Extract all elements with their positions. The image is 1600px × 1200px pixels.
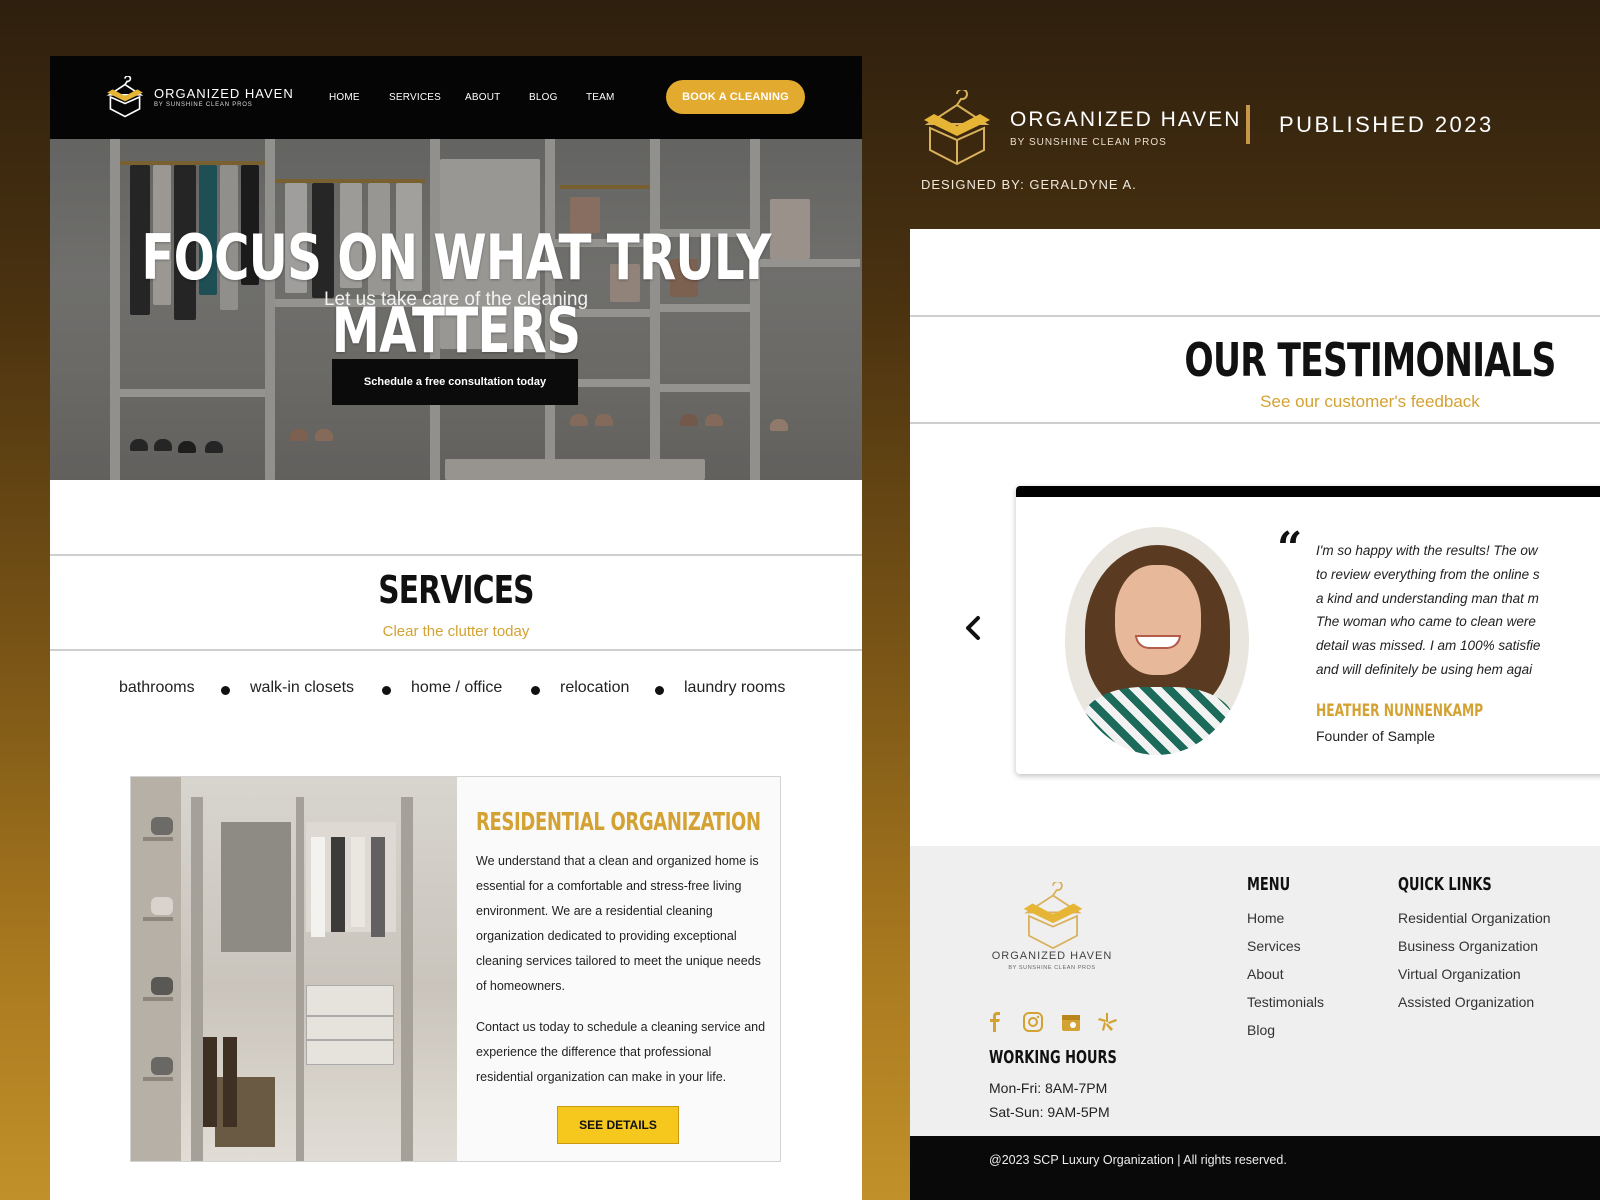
walk-in-closet-image <box>131 777 457 1161</box>
card-paragraph-2: Contact us today to schedule a cleaning … <box>476 1020 766 1084</box>
chevron-left-icon[interactable] <box>960 613 986 643</box>
published-label: PUBLISHED 2023 <box>1279 112 1494 137</box>
quote-line: and will definitely be using hem agai <box>1316 662 1533 677</box>
card-paragraph-1: We understand that a clean and organized… <box>476 854 761 993</box>
divider <box>50 649 862 651</box>
testimonial-card: “ I'm so happy with the results! The ow … <box>1016 486 1600 774</box>
category-walk-in-closets[interactable]: walk-in closets <box>250 679 354 697</box>
bullet-dot <box>382 686 391 695</box>
hours-weekday: Mon-Fri: 8AM-7PM <box>989 1080 1108 1096</box>
website-mockup-testimonials: OUR TESTIMONIALS See our customer's feed… <box>910 229 1600 1200</box>
quote-line: a kind and understanding man that m <box>1316 591 1539 606</box>
testimonial-author: HEATHER NUNNENKAMP <box>1316 701 1484 721</box>
nav-link-services[interactable]: SERVICES <box>389 92 441 103</box>
quick-link-business[interactable]: Business Organization <box>1398 938 1538 954</box>
testimonial-author-role: Founder of Sample <box>1316 728 1436 744</box>
nav-logo-subtitle: BY SUNSHINE CLEAN PROS <box>154 102 253 108</box>
category-home-office[interactable]: home / office <box>411 679 502 697</box>
nav-link-home[interactable]: HOME <box>329 92 360 103</box>
google-business-icon[interactable] <box>1060 1011 1082 1033</box>
quick-link-virtual[interactable]: Virtual Organization <box>1398 966 1521 982</box>
website-mockup-home: ORGANIZED HAVEN BY SUNSHINE CLEAN PROS H… <box>50 56 862 1200</box>
showcase-brand-subtitle: BY SUNSHINE CLEAN PROS <box>1010 137 1167 148</box>
services-subtitle: Clear the clutter today <box>382 623 530 640</box>
quote-line: I'm so happy with the results! The ow <box>1316 543 1538 558</box>
working-hours-title: WORKING HOURS <box>989 1047 1117 1068</box>
designed-by-label: DESIGNED BY: GERALDYNE A. <box>921 177 1137 192</box>
bullet-dot <box>531 686 540 695</box>
card-title: RESIDENTIAL ORGANIZATION <box>476 807 761 836</box>
nav-link-about[interactable]: ABOUT <box>465 92 500 103</box>
box-hanger-logo-icon <box>1023 882 1083 950</box>
quote-line: detail was missed. I am 100% satisfie <box>1316 638 1541 653</box>
quote-line: The woman who came to clean were <box>1316 614 1536 629</box>
instagram-icon[interactable] <box>1022 1011 1044 1033</box>
top-navigation: ORGANIZED HAVEN BY SUNSHINE CLEAN PROS H… <box>50 56 862 139</box>
quick-link-assisted[interactable]: Assisted Organization <box>1398 994 1534 1010</box>
category-laundry-rooms[interactable]: laundry rooms <box>684 679 785 697</box>
facebook-icon[interactable] <box>984 1011 1006 1033</box>
category-bathrooms[interactable]: bathrooms <box>119 679 195 697</box>
footer-menu-testimonials[interactable]: Testimonials <box>1247 994 1324 1010</box>
bullet-dot <box>655 686 664 695</box>
footer-logo-subtitle: BY SUNSHINE CLEAN PROS <box>1008 965 1096 971</box>
quick-links-title: QUICK LINKS <box>1398 874 1492 895</box>
copyright-text: @2023 SCP Luxury Organization | All righ… <box>989 1153 1287 1167</box>
services-title: SERVICES <box>378 568 534 612</box>
footer-menu-services[interactable]: Services <box>1247 938 1301 954</box>
see-details-button[interactable]: SEE DETAILS <box>557 1106 679 1144</box>
bullet-dot <box>221 686 230 695</box>
quote-icon: “ <box>1277 523 1303 574</box>
testimonials-title: OUR TESTIMONIALS <box>1184 333 1556 387</box>
footer-menu-home[interactable]: Home <box>1247 910 1284 926</box>
quick-link-residential[interactable]: Residential Organization <box>1398 910 1551 926</box>
menu-title: MENU <box>1247 874 1291 895</box>
residential-organization-card: RESIDENTIAL ORGANIZATION We understand t… <box>130 776 781 1162</box>
nav-link-team[interactable]: TEAM <box>586 92 615 103</box>
footer-menu-about[interactable]: About <box>1247 966 1284 982</box>
hero-subtitle: Let us take care of the cleaning <box>323 289 589 310</box>
footer-bottom-bar: @2023 SCP Luxury Organization | All righ… <box>910 1136 1600 1200</box>
avatar <box>1065 527 1249 755</box>
divider <box>50 554 862 556</box>
schedule-consultation-button[interactable]: Schedule a free consultation today <box>332 359 578 405</box>
book-cleaning-button[interactable]: BOOK A CLEANING <box>666 80 805 114</box>
category-relocation[interactable]: relocation <box>560 679 629 697</box>
footer-menu-blog[interactable]: Blog <box>1247 1022 1275 1038</box>
nav-logo-name[interactable]: ORGANIZED HAVEN <box>154 86 294 101</box>
site-footer: ORGANIZED HAVEN BY SUNSHINE CLEAN PROS W… <box>910 846 1600 1136</box>
footer-logo-name: ORGANIZED HAVEN <box>991 950 1113 962</box>
box-hanger-logo-icon <box>924 90 990 166</box>
box-hanger-logo-icon <box>106 76 144 118</box>
divider <box>910 315 1600 317</box>
testimonials-subtitle: See our customer's feedback <box>1260 392 1480 411</box>
divider <box>910 422 1600 424</box>
yelp-icon[interactable] <box>1096 1011 1118 1033</box>
quote-line: to review everything from the online s <box>1316 567 1540 582</box>
hours-weekend: Sat-Sun: 9AM-5PM <box>989 1104 1110 1120</box>
header-divider <box>1246 105 1250 144</box>
hero-section: FOCUS ON WHAT TRULY MATTERS Let us take … <box>50 139 862 480</box>
nav-link-blog[interactable]: BLOG <box>529 92 558 103</box>
showcase-brand-name: ORGANIZED HAVEN <box>1010 108 1242 131</box>
service-categories: bathrooms walk-in closets home / office … <box>50 679 862 703</box>
